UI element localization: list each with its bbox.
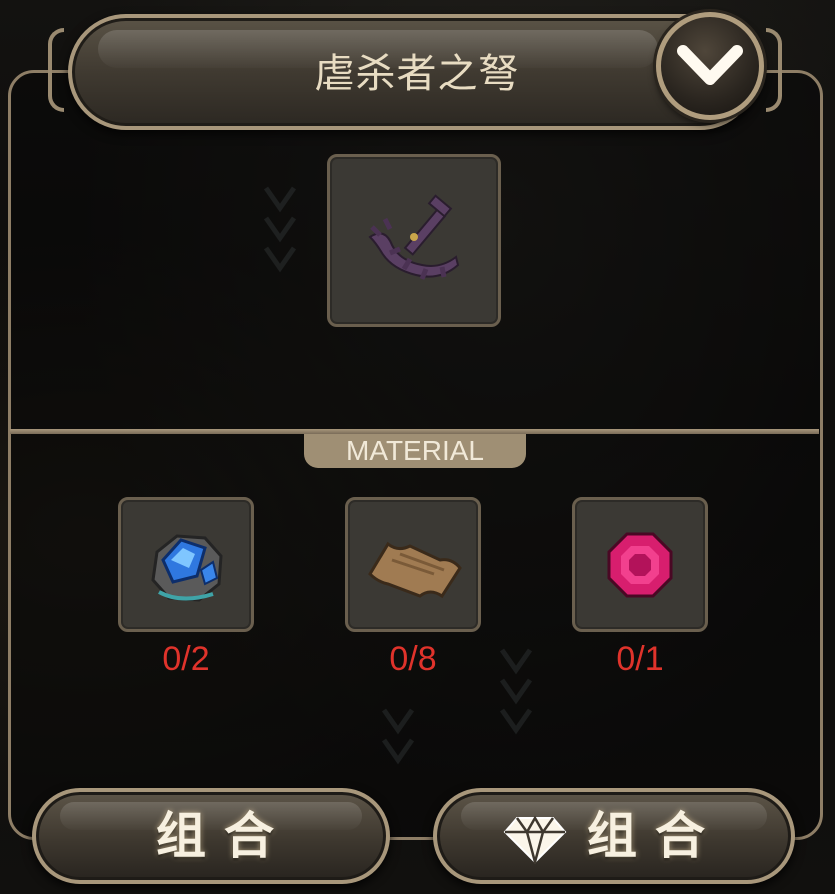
blue-crystal-ore-icon [151, 534, 223, 602]
item-selector[interactable]: 虐杀者之弩 [68, 14, 758, 130]
result-item-slot[interactable] [327, 154, 501, 327]
material-count: 0/1 [616, 640, 664, 678]
chevron-down-icon [677, 45, 743, 85]
title-bracket-right [766, 28, 782, 112]
combine-button-label: 组合 [156, 807, 292, 865]
material-count: 0/2 [162, 640, 210, 678]
gem-combine-button[interactable]: 组合 [433, 788, 795, 884]
combine-button[interactable]: 组合 [32, 788, 390, 884]
leather-hide-icon [368, 541, 462, 599]
material-slot[interactable] [345, 497, 481, 632]
diamond-icon [503, 815, 567, 864]
dropdown-button[interactable] [656, 12, 764, 120]
crossbow-icon [368, 194, 460, 280]
material-count: 0/8 [389, 640, 437, 678]
material-section-label: MATERIAL [304, 434, 526, 468]
gem-combine-button-label: 组合 [587, 807, 723, 865]
title-bracket-left [48, 28, 64, 112]
material-slot[interactable] [118, 497, 254, 632]
ruby-gem-icon [607, 532, 673, 598]
material-slot[interactable] [572, 497, 708, 632]
